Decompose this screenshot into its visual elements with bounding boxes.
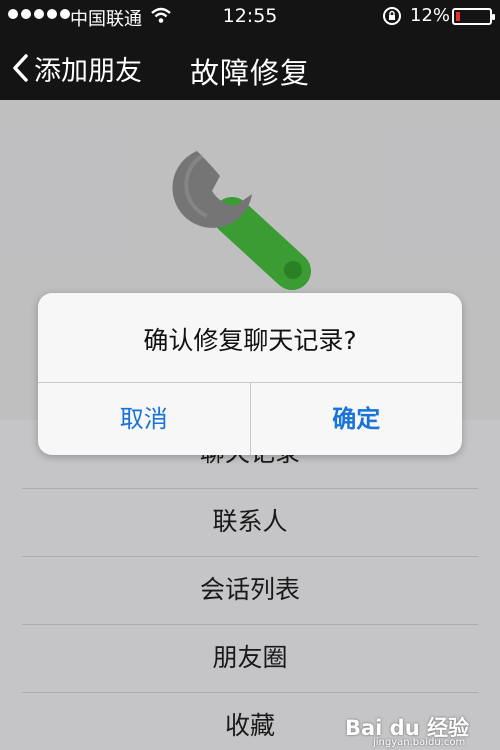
confirm-dialog: 确认修复聊天记录? 取消 确定 bbox=[38, 293, 462, 455]
dialog-title: 确认修复聊天记录? bbox=[143, 326, 357, 355]
confirm-button[interactable]: 确定 bbox=[251, 383, 463, 455]
watermark: Bai du 经验 jingyan.baidu.com bbox=[345, 712, 495, 748]
cancel-button[interactable]: 取消 bbox=[38, 383, 251, 455]
top-bar: 中国联通 12:55 12% 添加朋友 故障修复 bbox=[0, 0, 500, 100]
screen: 中国联通 12:55 12% 添加朋友 故障修复 联系人 会话列表 朋友圈 收藏… bbox=[0, 0, 500, 750]
status-bar: 中国联通 12:55 12% bbox=[0, 0, 500, 34]
battery-percent: 12% bbox=[410, 5, 451, 26]
page-title: 故障修复 bbox=[189, 56, 310, 90]
watermark-url: jingyan.baidu.com bbox=[373, 737, 466, 748]
rotation-lock-icon bbox=[382, 6, 402, 26]
dialog-buttons: 取消 确定 bbox=[38, 383, 462, 455]
battery-icon bbox=[452, 8, 495, 25]
navigation-bar: 添加朋友 故障修复 bbox=[0, 34, 500, 100]
